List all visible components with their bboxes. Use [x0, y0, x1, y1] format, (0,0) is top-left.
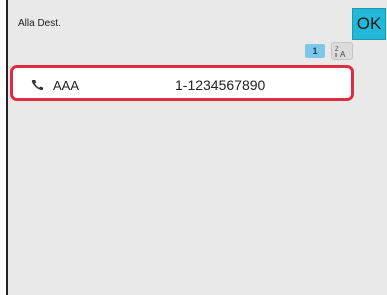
svg-text:A: A [340, 50, 346, 58]
screen-title: Alla Dest. [18, 18, 61, 29]
destination-list-screen: Alla Dest. OK 1 Z A AAA 1-1234567890 [0, 0, 387, 295]
sort-az-icon: Z A [335, 47, 346, 58]
destination-name: AAA [53, 78, 80, 93]
ok-button[interactable]: OK [352, 8, 386, 40]
sort-button[interactable]: Z A [331, 42, 353, 60]
destination-number: 1-1234567890 [175, 77, 266, 93]
page-indicator: 1 [305, 44, 325, 58]
svg-text:Z: Z [335, 47, 339, 53]
phone-icon [31, 80, 43, 91]
list-item-aaa[interactable]: AAA 1-1234567890 [10, 65, 354, 101]
destination-panel: Alla Dest. [6, 0, 387, 295]
